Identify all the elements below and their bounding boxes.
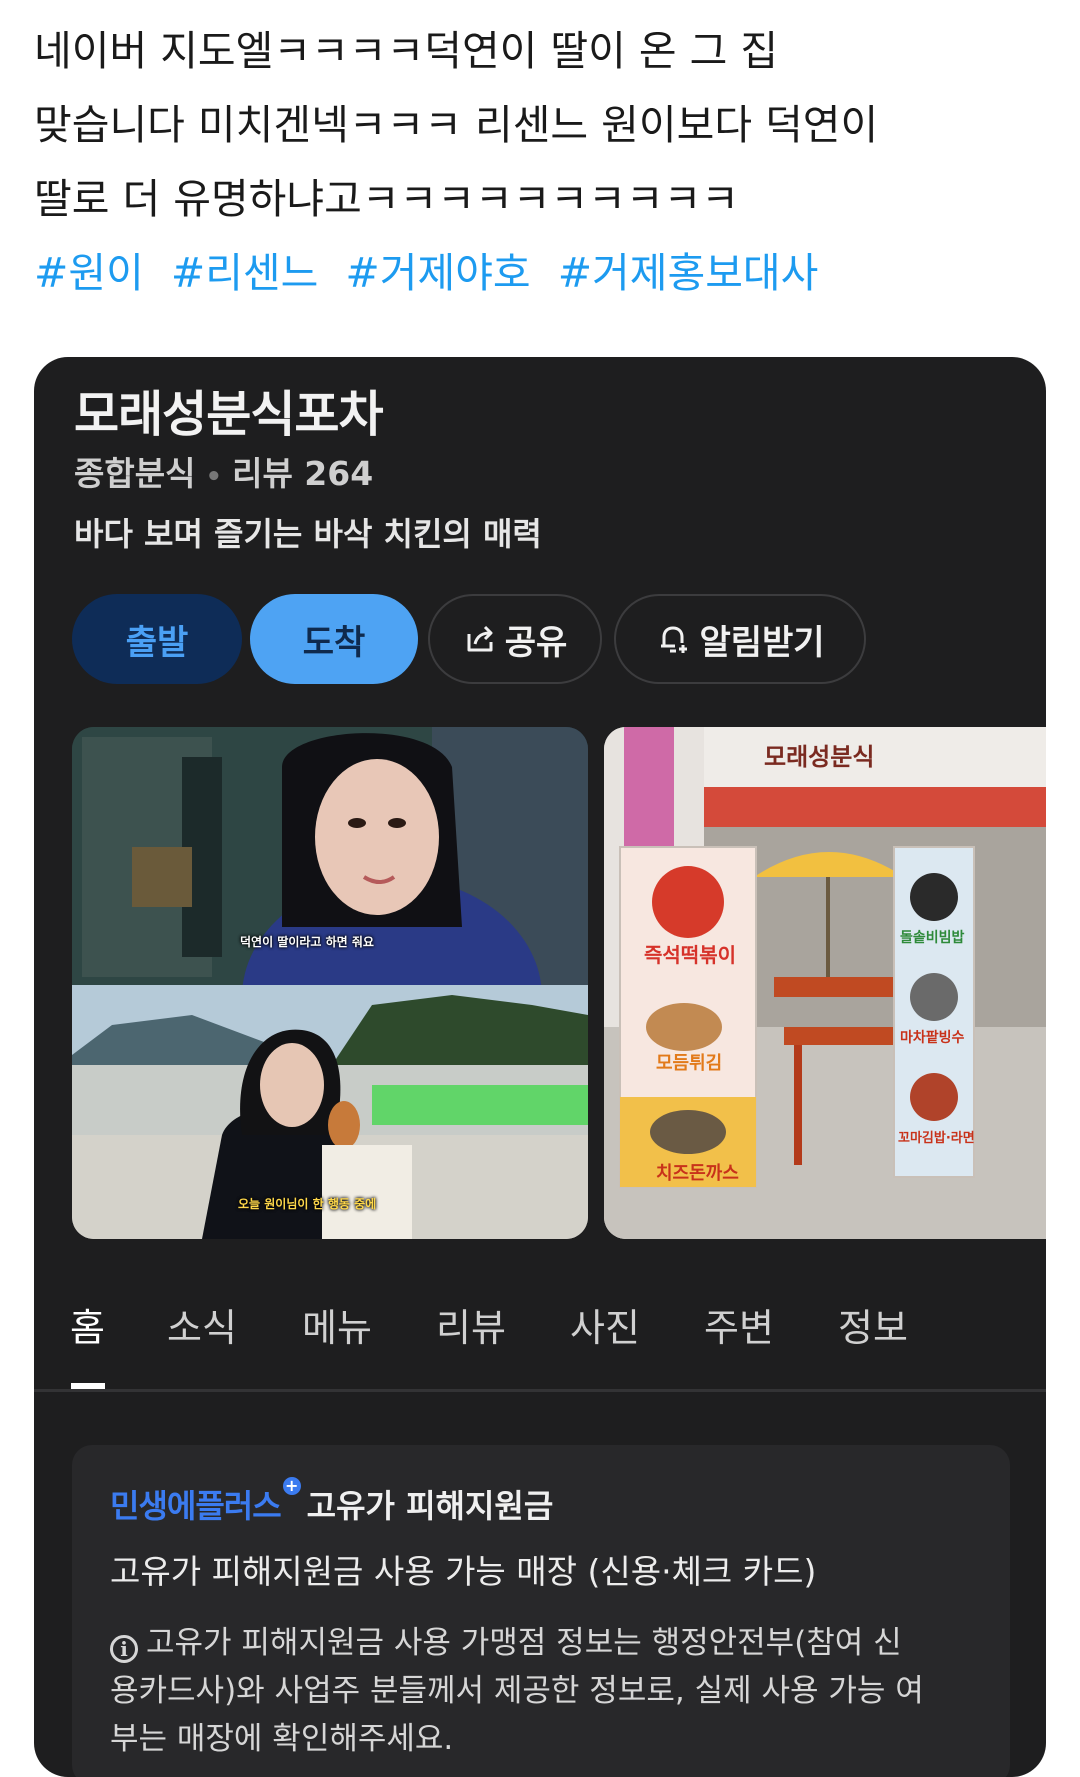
photo-thumbnail[interactable]: 덕연이 딸이라고 하면 줘요 bbox=[72, 727, 588, 985]
tab-info[interactable]: 정보 bbox=[838, 1297, 908, 1352]
post-text: 네이버 지도엘ㅋㅋㅋㅋ덕연이 딸이 온 그 집 맞습니다 미치겐넥ㅋㅋㅋ 리센느… bbox=[34, 14, 1044, 310]
bell-plus-icon bbox=[661, 626, 688, 653]
post-line-2: 맞습니다 미치겐넥ㅋㅋㅋ 리센느 원이보다 덕연이 bbox=[34, 101, 879, 149]
notice-title: 고유가 피해지원금 bbox=[306, 1487, 554, 1525]
depart-button[interactable]: 출발 bbox=[72, 594, 242, 684]
tab-bar: 홈 소식 메뉴 리뷰 사진 주변 정보 bbox=[34, 1297, 1046, 1392]
tab-news[interactable]: 소식 bbox=[167, 1297, 237, 1352]
hashtag-list: #원이 #리센느 #거제야호 #거제홍보대사 bbox=[34, 236, 1044, 310]
place-category: 종합분식 bbox=[74, 454, 196, 493]
arrive-button[interactable]: 도착 bbox=[250, 594, 418, 684]
notice-body: i 고유가 피해지원금 사용 가맹점 정보는 행정안전부(참여 신용카드사)와 사… bbox=[110, 1619, 930, 1763]
depart-label: 출발 bbox=[125, 622, 189, 663]
place-meta: 종합분식 • 리뷰 264 bbox=[74, 447, 373, 495]
share-icon bbox=[467, 625, 493, 652]
menu-sign-text: 즉석떡볶이 bbox=[644, 943, 736, 967]
menu-sign-text: 모듬튀김 bbox=[656, 1053, 723, 1074]
place-name: 모래성분식포차 bbox=[74, 386, 384, 443]
photo-thumbnail[interactable]: 오늘 원이님이 한 행동 중에 bbox=[72, 985, 588, 1239]
photo-thumbnail[interactable]: 모래성분식 즉석떡볶이 모듬튀김 치즈돈까스 돌솥비빔밥 마차팥빙수 꼬마김밥·… bbox=[604, 727, 1046, 1239]
hashtag-link[interactable]: #리센느 bbox=[171, 249, 319, 297]
hashtag-link[interactable]: #거제야호 bbox=[345, 249, 530, 297]
arrive-label: 도착 bbox=[302, 622, 366, 663]
alarm-button[interactable]: 알림받기 bbox=[614, 594, 866, 684]
notice-box[interactable]: 민생에플러스+ 고유가 피해지원금 고유가 피해지원금 사용 가능 매장 (신용·… bbox=[72, 1445, 1010, 1777]
notice-body-text: 고유가 피해지원금 사용 가맹점 정보는 행정안전부(참여 신용카드사)와 사업… bbox=[110, 1625, 924, 1757]
photo-caption: 오늘 원이님이 한 행동 중에 bbox=[238, 1197, 377, 1211]
active-tab-indicator bbox=[71, 1383, 105, 1389]
menu-sign-text: 치즈돈까스 bbox=[656, 1163, 739, 1184]
info-icon: i bbox=[110, 1635, 138, 1663]
share-button[interactable]: 공유 bbox=[428, 594, 602, 684]
menu-sign-text: 마차팥빙수 bbox=[900, 1030, 965, 1046]
post-line-3: 딸로 더 유명하냐고ㅋㅋㅋㅋㅋㅋㅋㅋㅋㅋ bbox=[34, 175, 740, 223]
hashtag-link[interactable]: #원이 bbox=[34, 249, 144, 297]
notice-brand: 민생에플러스 bbox=[110, 1487, 282, 1525]
review-count[interactable]: 리뷰 264 bbox=[232, 454, 373, 493]
place-card: 모래성분식포차 종합분식 • 리뷰 264 바다 보며 즐기는 바삭 치킨의 매력 … bbox=[34, 357, 1046, 1777]
store-sign: 모래성분식 bbox=[764, 743, 875, 771]
menu-sign-text: 돌솥비빔밥 bbox=[900, 930, 965, 946]
post-line-1: 네이버 지도엘ㅋㅋㅋㅋ덕연이 딸이 온 그 집 bbox=[34, 27, 779, 75]
alarm-label: 알림받기 bbox=[699, 622, 825, 663]
tab-nearby[interactable]: 주변 bbox=[704, 1297, 774, 1352]
menu-sign-text: 꼬마김밥·라면 bbox=[898, 1131, 975, 1146]
tab-menu[interactable]: 메뉴 bbox=[302, 1297, 372, 1352]
photo-caption: 덕연이 딸이라고 하면 줘요 bbox=[240, 935, 374, 949]
hashtag-link[interactable]: #거제홍보대사 bbox=[558, 249, 819, 297]
notice-subtitle: 고유가 피해지원금 사용 가능 매장 (신용·체크 카드) bbox=[110, 1552, 817, 1591]
notice-header: 민생에플러스+ 고유가 피해지원금 bbox=[110, 1477, 554, 1527]
plus-icon: + bbox=[282, 1477, 301, 1495]
share-label: 공유 bbox=[504, 622, 568, 663]
place-description: 바다 보며 즐기는 바삭 치킨의 매력 bbox=[74, 515, 542, 553]
tab-reviews[interactable]: 리뷰 bbox=[436, 1297, 506, 1352]
separator-dot: • bbox=[205, 462, 223, 492]
tab-photos[interactable]: 사진 bbox=[570, 1297, 640, 1352]
tab-home[interactable]: 홈 bbox=[70, 1297, 105, 1352]
